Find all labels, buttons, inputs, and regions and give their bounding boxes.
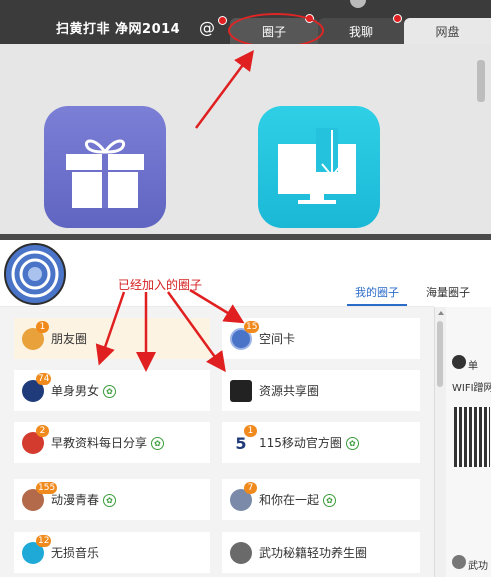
circle-card[interactable]: 2 早教资料每日分享 ✿: [14, 422, 210, 463]
avatar[interactable]: [4, 243, 66, 305]
circle-card[interactable]: 15 空间卡: [222, 318, 420, 359]
qr-code-icon: [454, 407, 490, 467]
unread-badge: 12: [36, 535, 52, 547]
tab-wangpan-label: 网盘: [435, 24, 460, 39]
app-title: 扫黄打非 净网2014: [56, 22, 181, 37]
tab-wangpan[interactable]: 网盘: [404, 18, 491, 44]
preview-name: 单: [468, 361, 478, 372]
circle-name: 无损音乐: [51, 546, 100, 560]
avatar-icon: [11, 250, 59, 298]
leaf-icon: ✿: [103, 494, 117, 507]
circle-name: 早教资料每日分享: [51, 436, 148, 450]
annotation-circle: [228, 13, 324, 48]
scroll-thumb[interactable]: [437, 321, 443, 387]
tab-all-circles[interactable]: 海量圈子: [426, 284, 470, 300]
circle-name: 武功秘籍轻功养生圈: [259, 546, 368, 560]
tab-woliao-label: 我聊: [348, 24, 373, 39]
circle-name: 单身男女: [51, 384, 100, 398]
gift-app-tile[interactable]: [44, 106, 166, 228]
notification-dot: [393, 14, 402, 23]
side-preview: 单 WIFI蹭网 武功: [446, 307, 491, 577]
circle-name: 空间卡: [259, 332, 296, 346]
leaf-icon: ✿: [323, 494, 337, 507]
leaf-icon: ✿: [151, 437, 165, 450]
unread-badge: 15: [244, 321, 260, 333]
circle-avatar: [230, 380, 252, 402]
circle-card[interactable]: 12 无损音乐: [14, 532, 210, 573]
scroll-up-icon[interactable]: [438, 311, 444, 315]
circle-name: 朋友圈: [51, 332, 88, 346]
tab-my-circles[interactable]: 我的圈子: [355, 284, 399, 300]
circle-card[interactable]: 155 动漫青春 ✿: [14, 479, 210, 520]
circle-card[interactable]: 5 1 115移动官方圈 ✿: [222, 422, 420, 463]
avatar: [452, 555, 466, 569]
at-icon[interactable]: @: [199, 18, 215, 37]
unread-badge: 7: [244, 482, 257, 494]
circle-card[interactable]: 武功秘籍轻功养生圈: [222, 532, 420, 573]
notification-dot: [218, 16, 227, 25]
leaf-icon: ✿: [345, 437, 359, 450]
scrollbar[interactable]: [477, 60, 485, 102]
circle-name: 和你在一起: [259, 493, 320, 507]
circle-card[interactable]: 1 朋友圈: [14, 318, 210, 359]
download-app-tile[interactable]: [258, 106, 380, 228]
circle-name-row: 单身男女 ✿: [51, 382, 117, 399]
circle-name-row: 115移动官方圈 ✿: [259, 434, 359, 451]
download-screen-icon: [278, 128, 356, 204]
tab-woliao[interactable]: 我聊: [318, 18, 404, 44]
circle-name-row: 和你在一起 ✿: [259, 491, 337, 508]
unread-badge: 74: [36, 373, 52, 385]
circle-name-row: 早教资料每日分享 ✿: [51, 434, 165, 451]
unread-badge: 2: [36, 425, 49, 437]
circle-name: 动漫青春: [51, 493, 100, 507]
circle-card[interactable]: 74 单身男女 ✿: [14, 370, 210, 411]
leaf-icon: ✿: [103, 385, 117, 398]
circle-avatar: [230, 542, 252, 564]
circle-card[interactable]: 7 和你在一起 ✿: [222, 479, 420, 520]
wifi-text: WIFI蹭网: [452, 383, 491, 394]
gift-icon: [66, 139, 144, 208]
circle-name: 资源共享圈: [259, 384, 320, 398]
unread-badge: 1: [244, 425, 257, 437]
unread-badge: 1: [36, 321, 49, 333]
circle-name: 115移动官方圈: [259, 436, 342, 450]
avatar: [452, 355, 466, 369]
circle-name-row: 动漫青春 ✿: [51, 491, 117, 508]
circle-card[interactable]: 资源共享圈: [222, 370, 420, 411]
annotation-label: 已经加入的圈子: [118, 278, 203, 292]
preview-name: 武功: [468, 561, 488, 572]
